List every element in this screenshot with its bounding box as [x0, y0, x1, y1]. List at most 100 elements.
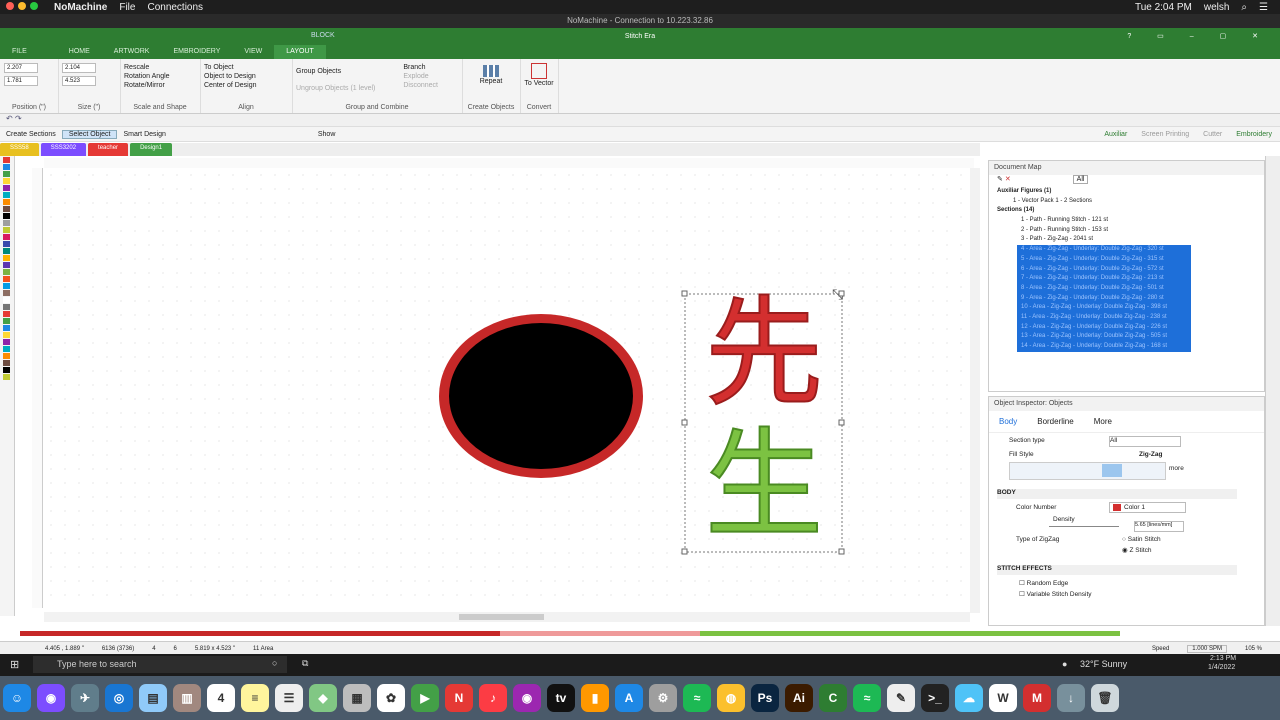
color-swatch[interactable] — [3, 178, 10, 184]
color-swatch[interactable] — [3, 318, 10, 324]
notes-icon[interactable]: ≡ — [241, 684, 269, 712]
ungroup-objects-button[interactable]: Ungroup Objects (1 level) — [292, 84, 379, 93]
character-sen[interactable]: 先 — [689, 287, 839, 419]
color-swatch[interactable] — [3, 255, 10, 261]
size-width-field[interactable]: 2.104 — [62, 63, 96, 73]
podcasts-icon[interactable]: ◉ — [513, 684, 541, 712]
tree-item[interactable]: 11 - Area - Zig-Zag - Underlay: Double Z… — [1017, 312, 1191, 323]
color-swatch[interactable] — [3, 262, 10, 268]
menu-connections[interactable]: Connections — [147, 2, 203, 13]
textedit-icon[interactable]: ✎ — [887, 684, 915, 712]
random-edge-checkbox[interactable]: ☐ Random Edge — [1019, 579, 1068, 587]
color-swatch[interactable] — [3, 213, 10, 219]
color-swatch[interactable] — [3, 325, 10, 331]
undo-icon[interactable]: ↶ — [6, 114, 13, 123]
task-view-icon[interactable]: ⧉ — [302, 658, 308, 669]
variable-density-checkbox[interactable]: ☐ Variable Stitch Density — [1019, 590, 1092, 598]
word-icon[interactable]: W — [989, 684, 1017, 712]
tree-item[interactable]: 2 - Path - Running Stitch - 153 st — [997, 226, 1264, 236]
tree-item[interactable]: 7 - Area - Zig-Zag - Underlay: Double Zi… — [1017, 274, 1191, 284]
color-swatch[interactable] — [3, 283, 10, 289]
tree-item[interactable]: 14 - Area - Zig-Zag - Underlay: Double Z… — [1017, 342, 1191, 352]
tree-item[interactable]: 6 - Area - Zig-Zag - Underlay: Double Zi… — [1017, 264, 1191, 275]
menu-user[interactable]: welsh — [1204, 2, 1230, 13]
mode-embroidery[interactable]: Embroidery — [1236, 131, 1272, 138]
position-y-field[interactable]: 1.781 — [4, 76, 38, 86]
menu-clock[interactable]: Tue 2:04 PM — [1135, 2, 1192, 13]
size-height-field[interactable]: 4.523 — [62, 76, 96, 86]
tab-artwork[interactable]: ARTWORK — [102, 45, 162, 59]
tree-item[interactable]: 8 - Area - Zig-Zag - Underlay: Double Zi… — [1017, 283, 1191, 294]
handle-tl[interactable] — [681, 290, 688, 297]
calendar-icon[interactable]: 4 — [207, 684, 235, 712]
density-field[interactable]: 5.65 [lines/mm] — [1134, 521, 1184, 532]
color-swatch[interactable] — [3, 227, 10, 233]
tree-item[interactable]: 9 - Area - Zig-Zag - Underlay: Double Zi… — [1017, 293, 1191, 304]
weather-text[interactable]: 32°F Sunny — [1080, 659, 1127, 669]
finder-icon[interactable]: ☺ — [3, 684, 31, 712]
body-section-header[interactable]: BODY — [997, 489, 1237, 499]
mode-cutter[interactable]: Cutter — [1203, 131, 1222, 138]
show-button[interactable]: Show — [312, 131, 342, 138]
cloud-icon[interactable]: ☁ — [955, 684, 983, 712]
object-to-design-button[interactable]: Object to Design — [200, 72, 292, 81]
fill-style-picker[interactable] — [1009, 462, 1166, 480]
stitch-effects-header[interactable]: STITCH EFFECTS — [997, 565, 1237, 575]
tab-home[interactable]: HOME — [39, 45, 102, 59]
settings-icon[interactable]: ⚙ — [649, 684, 677, 712]
repeat-button[interactable]: Repeat — [462, 59, 520, 86]
menu-app-name[interactable]: NoMachine — [54, 2, 107, 13]
tree-item[interactable]: 1 - Path - Running Stitch - 121 st — [997, 216, 1264, 226]
branch-button[interactable]: Branch — [399, 63, 442, 72]
handle-bl[interactable] — [681, 548, 688, 555]
music-icon[interactable]: ♪ — [479, 684, 507, 712]
tree-item[interactable]: 13 - Area - Zig-Zag - Underlay: Double Z… — [1017, 332, 1191, 342]
tree-item[interactable]: Sections (14) — [997, 206, 1264, 216]
color-swatch[interactable] — [3, 164, 10, 170]
horizontal-scrollbar[interactable] — [44, 612, 970, 622]
tab-body[interactable]: Body — [999, 417, 1017, 426]
search-icon[interactable]: ⌕ — [1241, 2, 1247, 13]
disconnect-button[interactable]: Disconnect — [399, 81, 442, 90]
color-swatch[interactable] — [3, 276, 10, 282]
minimize-window-button[interactable] — [18, 1, 26, 10]
color-swatch[interactable] — [3, 367, 10, 373]
color-swatch[interactable] — [3, 353, 10, 359]
smart-design-button[interactable]: Smart Design — [117, 131, 171, 138]
rescale-button[interactable]: Rescale — [120, 63, 200, 72]
color-swatch[interactable] — [3, 248, 10, 254]
tree-item[interactable]: 5 - Area - Zig-Zag - Underlay: Double Zi… — [1017, 254, 1191, 265]
safari-icon[interactable]: ◎ — [105, 684, 133, 712]
tab-embroidery[interactable]: EMBROIDERY — [161, 45, 232, 59]
satin-stitch-radio[interactable]: ○ Satin Stitch — [1122, 536, 1161, 543]
color-swatch[interactable] — [3, 241, 10, 247]
center-of-design-button[interactable]: Center of Design — [200, 81, 292, 90]
illustrator-icon[interactable]: Ai — [785, 684, 813, 712]
menu-file[interactable]: File — [119, 2, 135, 13]
handle-mr[interactable] — [838, 419, 845, 426]
speed-select[interactable]: 1.000 SPM — [1187, 644, 1227, 653]
color-swatch[interactable] — [3, 185, 10, 191]
doc-tab[interactable]: SSS3202 — [40, 143, 87, 156]
tab-view[interactable]: VIEW — [232, 45, 274, 59]
color-swatch[interactable] — [3, 311, 10, 317]
explode-button[interactable]: Explode — [399, 72, 442, 81]
doc-tab[interactable]: Design1 — [130, 143, 173, 156]
color-swatch[interactable] — [3, 157, 10, 163]
chrome-icon[interactable]: ◍ — [717, 684, 745, 712]
mode-auxiliar[interactable]: Auxiliar — [1104, 131, 1127, 138]
density-slider[interactable] — [1049, 526, 1119, 527]
color-swatch[interactable] — [3, 192, 10, 198]
doc-tab[interactable]: SSS58 — [0, 143, 39, 156]
color-swatch[interactable] — [3, 220, 10, 226]
color-swatch[interactable] — [3, 297, 10, 303]
color-swatch[interactable] — [3, 360, 10, 366]
tab-file[interactable]: FILE — [0, 45, 39, 59]
handle-ml[interactable] — [681, 419, 688, 426]
facetime-icon[interactable]: ▶ — [411, 684, 439, 712]
tree-item[interactable]: 10 - Area - Zig-Zag - Underlay: Double Z… — [1017, 303, 1191, 313]
tab-borderline[interactable]: Borderline — [1037, 417, 1073, 426]
handle-br[interactable] — [838, 548, 845, 555]
more-link[interactable]: more — [1169, 465, 1184, 472]
list-icon[interactable]: ☰ — [1259, 2, 1268, 13]
